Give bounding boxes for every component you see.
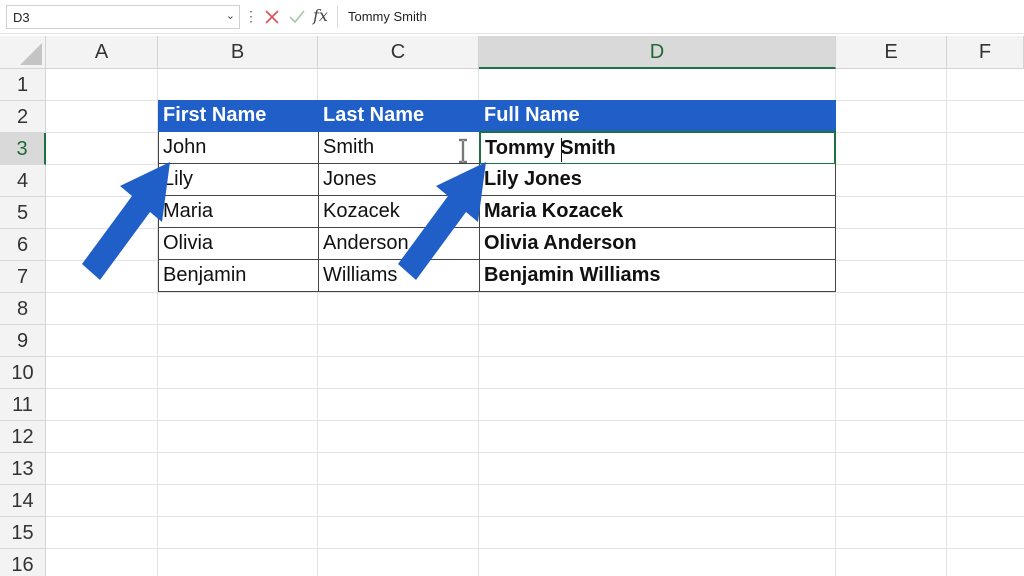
- formula-bar: D3 ⌄ ⋮ fx Tommy Smith: [0, 0, 1024, 34]
- names-table: First Name Last Name Full Name John Smit…: [158, 100, 836, 294]
- gridline: [46, 548, 1024, 549]
- row-header-12[interactable]: 12: [0, 421, 46, 453]
- header-last-name[interactable]: Last Name: [318, 100, 479, 132]
- row-header-3[interactable]: 3: [0, 133, 46, 165]
- cell-d5[interactable]: Maria Kozacek: [479, 196, 836, 228]
- annotation-arrow-left-icon: [82, 162, 170, 280]
- row-header-16[interactable]: 16: [0, 549, 46, 576]
- select-all-triangle-icon: [20, 43, 42, 65]
- header-first-name[interactable]: First Name: [158, 100, 318, 132]
- gridline: [46, 356, 1024, 357]
- name-box-value: D3: [13, 10, 30, 25]
- column-header-a[interactable]: A: [46, 36, 158, 69]
- gridline: [46, 420, 1024, 421]
- column-header-c[interactable]: C: [318, 36, 479, 69]
- header-full-name[interactable]: Full Name: [479, 100, 836, 132]
- row-header-5[interactable]: 5: [0, 197, 46, 229]
- cell-b3[interactable]: John: [158, 132, 318, 164]
- formula-value: Tommy Smith: [348, 9, 427, 24]
- column-header-d[interactable]: D: [479, 36, 836, 69]
- row-header-4[interactable]: 4: [0, 165, 46, 197]
- row-header-15[interactable]: 15: [0, 517, 46, 549]
- row-header-7[interactable]: 7: [0, 261, 46, 293]
- row-header-6[interactable]: 6: [0, 229, 46, 261]
- row-header-1[interactable]: 1: [0, 69, 46, 101]
- annotation-arrow-right-icon: [398, 162, 486, 280]
- cell-b7[interactable]: Benjamin: [158, 260, 318, 292]
- cell-d7[interactable]: Benjamin Williams: [479, 260, 836, 292]
- row-header-8[interactable]: 8: [0, 293, 46, 325]
- gridline: [46, 516, 1024, 517]
- column-header-e[interactable]: E: [836, 36, 947, 69]
- row-header-11[interactable]: 11: [0, 389, 46, 421]
- row-header-9[interactable]: 9: [0, 325, 46, 357]
- column-header-f[interactable]: F: [947, 36, 1024, 69]
- cell-d6[interactable]: Olivia Anderson: [479, 228, 836, 260]
- row-header-13[interactable]: 13: [0, 453, 46, 485]
- gridline: [46, 324, 1024, 325]
- cell-d3-active[interactable]: Tommy Smith: [479, 131, 836, 165]
- cell-b4[interactable]: Lily: [158, 164, 318, 196]
- row-header-14[interactable]: 14: [0, 485, 46, 517]
- more-options-icon[interactable]: ⋮: [244, 8, 258, 24]
- chevron-down-icon[interactable]: ⌄: [226, 9, 235, 22]
- cell-d4[interactable]: Lily Jones: [479, 164, 836, 196]
- row-header-10[interactable]: 10: [0, 357, 46, 389]
- column-header-b[interactable]: B: [158, 36, 318, 69]
- select-all-corner[interactable]: [0, 36, 46, 69]
- gridline: [46, 452, 1024, 453]
- formula-input[interactable]: Tommy Smith: [340, 5, 1024, 29]
- row-header-2[interactable]: 2: [0, 101, 46, 133]
- formula-bar-divider: [337, 6, 338, 28]
- text-caret: [561, 138, 562, 162]
- cell-b5[interactable]: Maria: [158, 196, 318, 228]
- insert-function-icon[interactable]: fx: [313, 6, 328, 25]
- cancel-icon[interactable]: [263, 6, 281, 28]
- gridline: [46, 484, 1024, 485]
- gridline: [946, 69, 947, 576]
- name-box[interactable]: D3 ⌄: [6, 5, 240, 29]
- gridline: [46, 388, 1024, 389]
- enter-check-icon[interactable]: [288, 6, 306, 28]
- cell-b6[interactable]: Olivia: [158, 228, 318, 260]
